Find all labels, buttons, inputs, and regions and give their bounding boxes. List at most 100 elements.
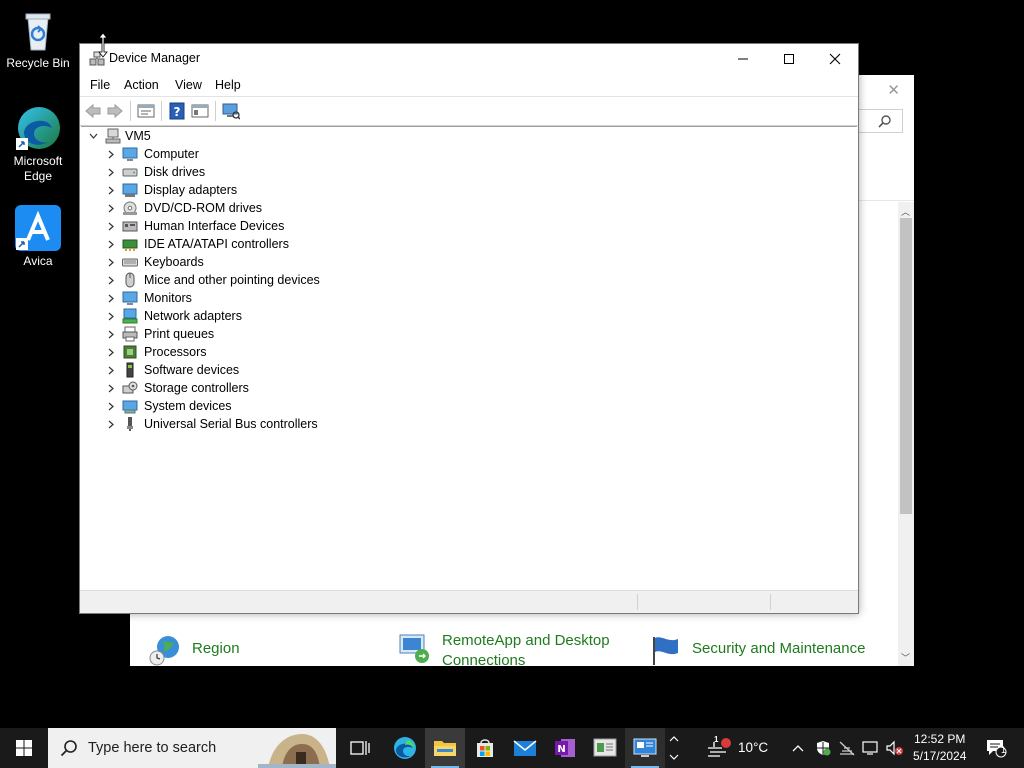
scroll-up-arrow-icon[interactable]: ︿ (901, 205, 910, 218)
desktop-icon-avica[interactable]: Avica (0, 204, 76, 269)
storage-controller-icon (122, 381, 138, 394)
search-box[interactable] (858, 109, 903, 133)
printer-icon (122, 326, 138, 342)
system-device-icon (122, 400, 138, 414)
chevron-right-icon[interactable] (108, 258, 114, 267)
chevron-up-icon (792, 745, 804, 752)
processor-icon (123, 345, 137, 359)
chevron-right-icon[interactable] (108, 294, 114, 303)
back-arrow-icon[interactable] (84, 102, 102, 120)
taskbar-file-explorer[interactable] (425, 728, 465, 768)
notification-count: 1 (1001, 745, 1007, 755)
chevron-down-icon[interactable] (89, 132, 98, 140)
taskbar-edge[interactable] (385, 728, 425, 768)
help-icon[interactable]: ? (168, 102, 186, 120)
tree-category-label: IDE ATA/ATAPI controllers (144, 237, 289, 251)
avica-icon (14, 204, 62, 252)
chevron-right-icon[interactable] (108, 402, 114, 411)
close-button[interactable] (812, 44, 858, 74)
tree-root-label: VM5 (125, 129, 151, 143)
cp-item-remoteapp[interactable]: RemoteApp and Desktop Connections (398, 631, 610, 671)
control-panel-icon (593, 738, 617, 757)
chevron-right-icon[interactable] (108, 186, 114, 195)
maximize-button[interactable] (766, 44, 812, 74)
menu-file[interactable]: File (90, 78, 110, 92)
menu-action[interactable]: Action (124, 78, 159, 92)
search-icon (60, 740, 77, 757)
cp-item-label: RemoteApp and Desktop (442, 632, 610, 649)
chevron-right-icon[interactable] (108, 150, 114, 159)
chevron-right-icon[interactable] (108, 276, 114, 285)
chevron-up-down-icon (669, 736, 679, 760)
folder-icon (434, 741, 456, 756)
scrollbar[interactable]: ︿ ﹀ (898, 202, 914, 666)
close-icon (829, 53, 841, 65)
chevron-right-icon[interactable] (108, 420, 114, 429)
chevron-right-icon[interactable] (108, 312, 114, 321)
mail-icon (513, 740, 537, 756)
tray-display[interactable] (860, 728, 882, 768)
tray-security[interactable] (812, 728, 834, 768)
taskbar-device-manager[interactable] (625, 728, 665, 768)
forward-arrow-icon[interactable] (106, 102, 124, 120)
taskbar-store[interactable] (465, 728, 505, 768)
show-hidden-icons[interactable] (788, 728, 808, 768)
cp-item-security-maintenance[interactable]: Security and Maintenance (648, 633, 865, 667)
chevron-right-icon[interactable] (108, 222, 114, 231)
shield-icon (817, 741, 831, 756)
tree-category-label: Processors (144, 345, 207, 359)
cp-item-region[interactable]: Region (148, 633, 240, 667)
chevron-right-icon[interactable] (108, 384, 114, 393)
volume-muted-icon (886, 740, 903, 756)
chevron-right-icon[interactable] (108, 168, 114, 177)
tree-category-label: Computer (144, 147, 199, 161)
properties-icon[interactable] (137, 102, 155, 120)
tray-network-off[interactable] (836, 728, 858, 768)
scroll-down-arrow-icon[interactable]: ﹀ (901, 651, 910, 664)
clock[interactable]: 12:52 PM 5/17/2024 (906, 728, 972, 768)
minimize-icon (738, 58, 748, 60)
globe-clock-icon (149, 636, 179, 666)
scrollbar-thumb[interactable] (900, 218, 912, 514)
task-view-button[interactable] (340, 728, 380, 768)
ide-controller-icon (122, 239, 138, 251)
tray-volume[interactable] (884, 728, 906, 768)
recycle-bin-icon (14, 6, 62, 54)
weather-widget[interactable]: 1 (698, 728, 738, 768)
tree-category-label: Mice and other pointing devices (144, 273, 320, 287)
search-icon (878, 115, 891, 128)
chevron-right-icon[interactable] (108, 204, 114, 213)
taskbar: Type here to search N 1 10°C 12:52 PM 5/… (0, 728, 1024, 768)
desktop-icon-label: Avica (23, 254, 53, 268)
start-button[interactable] (4, 728, 44, 768)
taskbar-mail[interactable] (505, 728, 545, 768)
menu-view[interactable]: View (175, 78, 202, 92)
title-bar[interactable]: Device Manager (80, 44, 858, 74)
chevron-right-icon[interactable] (108, 366, 114, 375)
chevron-right-icon[interactable] (108, 240, 114, 249)
menu-help[interactable]: Help (215, 78, 241, 92)
desktop-icon-recycle-bin[interactable]: Recycle Bin (0, 6, 76, 71)
scan-hardware-icon[interactable] (222, 102, 240, 120)
device-manager-window: Device Manager File Action View Help ? V… (79, 43, 859, 614)
search-highlight-illustration-icon (258, 734, 336, 768)
network-off-icon (839, 741, 855, 756)
tree-category-label: Storage controllers (144, 381, 249, 395)
desktop-icon-microsoft-edge[interactable]: Microsoft Edge (0, 104, 76, 184)
view-icon[interactable] (191, 102, 209, 120)
chevron-right-icon[interactable] (108, 348, 114, 357)
taskbar-onenote[interactable]: N (545, 728, 585, 768)
close-icon[interactable]: ✕ (887, 81, 900, 99)
taskbar-control-panel[interactable] (585, 728, 625, 768)
chevron-right-icon[interactable] (108, 330, 114, 339)
task-view-icon (350, 741, 370, 755)
window-title: Device Manager (109, 51, 201, 65)
taskbar-scroll[interactable] (664, 728, 684, 768)
divider (858, 200, 914, 201)
hid-icon (122, 221, 138, 232)
taskbar-search-box[interactable]: Type here to search (48, 728, 336, 768)
resize-cursor-icon (98, 32, 108, 58)
cp-item-label: Connections (442, 652, 526, 669)
minimize-button[interactable] (720, 44, 766, 74)
notification-center-button[interactable]: 1 (976, 728, 1016, 768)
